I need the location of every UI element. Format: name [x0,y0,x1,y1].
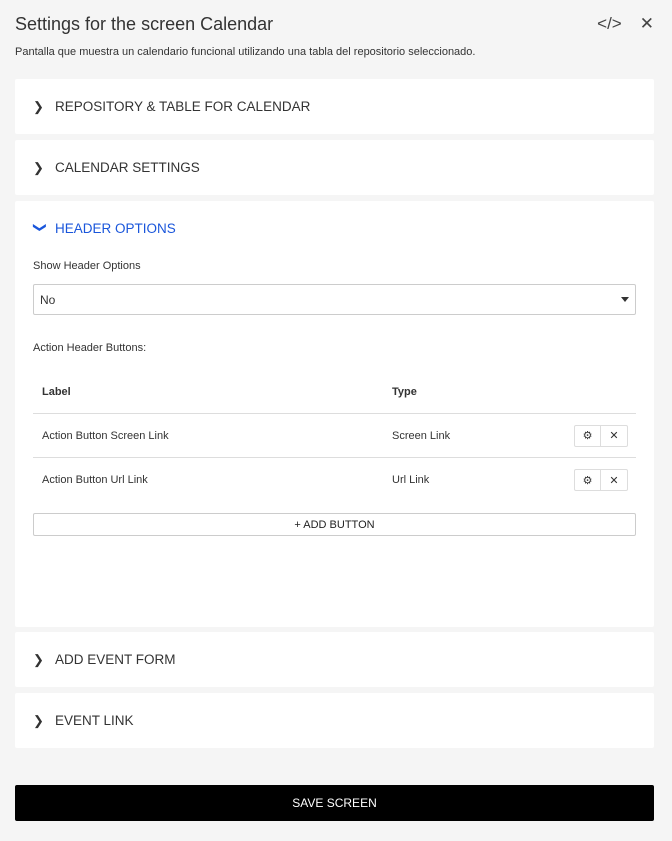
chevron-right-icon: ❯ [33,159,44,175]
code-icon[interactable]: </> [597,14,622,34]
show-header-label: Show Header Options [33,260,141,272]
row-type: Screen Link [392,429,451,442]
chevron-right-icon: ❯ [33,651,44,667]
section-label: REPOSITORY & TABLE FOR CALENDAR [55,99,311,114]
row-label: Action Button Url Link [42,474,148,486]
save-screen-button[interactable]: SAVE SCREEN [15,785,654,821]
section-label: EVENT LINK [55,713,134,728]
gear-icon[interactable]: ⚙ [575,470,601,490]
close-icon[interactable]: ✕ [601,470,627,490]
dialog-title: Settings for the screen Calendar [15,14,274,34]
close-icon[interactable]: ✕ [601,426,627,446]
column-header-label: Label [42,386,71,398]
add-button[interactable]: + ADD BUTTON [33,513,636,536]
row-type: Url Link [392,474,430,486]
chevron-right-icon: ❯ [33,712,44,728]
chevron-right-icon: ❯ [33,98,44,114]
dialog-subtitle: Pantalla que muestra un calendario funci… [15,46,476,58]
select-value: No [40,292,56,307]
close-icon[interactable]: ✕ [640,14,654,34]
section-label: ADD EVENT FORM [55,652,176,667]
show-header-select[interactable]: No [33,284,636,315]
chevron-down-icon: ❯ [33,221,48,233]
section-header-toggle[interactable]: ❯ HEADER OPTIONS [15,201,654,256]
row-label: Action Button Screen Link [42,429,169,442]
action-buttons-label: Action Header Buttons: [33,342,147,354]
section-add-event-form[interactable]: ❯ ADD EVENT FORM [15,632,654,687]
caret-down-icon [621,297,629,302]
column-header-type: Type [392,386,417,398]
section-label: HEADER OPTIONS [55,221,176,236]
section-label: CALENDAR SETTINGS [55,160,200,175]
section-header-options: ❯ HEADER OPTIONS Show Header Options No A… [15,201,654,627]
gear-icon[interactable]: ⚙ [575,425,601,446]
table-row: Action Button Screen Link Screen Link ⚙ ✕ [33,414,636,458]
action-buttons-table: Label Type Action Button Screen Link Scree… [33,371,636,502]
section-calendar-settings[interactable]: ❯ CALENDAR SETTINGS [15,140,654,195]
section-repository[interactable]: ❯ REPOSITORY & TABLE FOR CALENDAR [15,79,654,134]
table-row: Action Button Url Link Url Link ⚙ ✕ [33,458,636,502]
section-event-link[interactable]: ❯ EVENT LINK [15,693,654,748]
